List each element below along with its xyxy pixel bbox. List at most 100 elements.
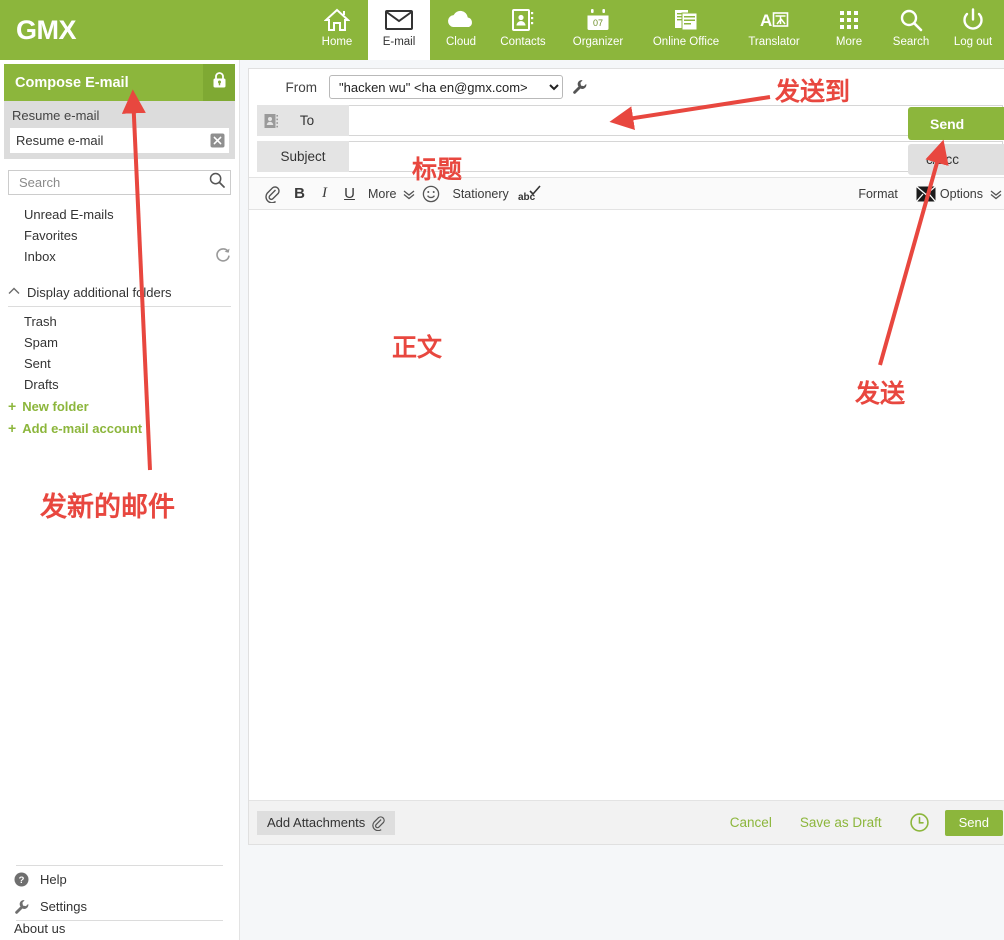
nav-item-translator[interactable]: A Translator [730, 0, 818, 60]
nav-label-logout: Log out [953, 36, 993, 48]
options-button[interactable]: Options [936, 180, 989, 208]
subject-row: Subject [257, 141, 1003, 172]
compose-bottom-bar: Add Attachments Cancel Save as Draft Sen… [249, 800, 1004, 844]
folder-label: Drafts [24, 377, 59, 392]
compose-row: Compose E-mail [4, 64, 235, 101]
stationery-button[interactable]: Stationery [446, 180, 514, 208]
plus-icon: + [8, 398, 17, 414]
sidebar: Compose E-mail Resume e-mail Resume e-ma… [0, 60, 240, 940]
bold-button[interactable]: B [287, 180, 312, 208]
settings-label: Settings [40, 899, 87, 914]
folder-label: Unread E-mails [24, 207, 114, 222]
nav-item-list: Home E-mail Cloud Contacts 07 Organizer … [306, 0, 1004, 60]
format-button[interactable]: Format [852, 180, 904, 208]
gmx-webmail-app: GMX Home E-mail Cloud Contacts 07 Organi… [0, 0, 1004, 940]
resume-email-item-label: Resume e-mail [16, 133, 104, 148]
sidebar-item-inbox[interactable]: Inbox [0, 246, 239, 267]
address-book-icon[interactable] [264, 113, 279, 129]
help-icon: ? [14, 872, 40, 887]
nav-label-email: E-mail [382, 36, 416, 48]
more-formatting-button[interactable]: More [362, 180, 402, 208]
wrench-icon[interactable] [572, 79, 588, 95]
new-folder-label: New folder [22, 398, 89, 414]
send-button-primary[interactable]: Send [908, 107, 1004, 140]
nav-item-more[interactable]: More [818, 0, 880, 60]
folder-label: Favorites [24, 228, 78, 243]
display-additional-folders-label: Display additional folders [27, 285, 172, 300]
calendar-day-text: 07 [593, 18, 603, 28]
calendar-icon: 07 [586, 6, 610, 34]
cancel-button[interactable]: Cancel [730, 815, 772, 830]
subject-tag: Subject [257, 141, 349, 172]
nav-item-cloud[interactable]: Cloud [430, 0, 492, 60]
smiley-icon[interactable] [416, 180, 446, 208]
resume-email-item[interactable]: Resume e-mail [10, 128, 229, 153]
nav-label-cloud: Cloud [445, 36, 477, 48]
gmx-logo[interactable]: GMX [0, 0, 77, 60]
close-icon[interactable] [209, 133, 225, 149]
cloud-icon [446, 6, 476, 34]
about-us-link[interactable]: About us [0, 921, 239, 940]
sidebar-footer: ? Help Settings About us [0, 865, 239, 940]
paperclip-icon[interactable] [257, 180, 287, 208]
add-email-account-label: Add e-mail account [22, 420, 143, 436]
new-folder-button[interactable]: + New folder [0, 395, 239, 417]
documents-icon [673, 6, 699, 34]
spellcheck-abc-icon[interactable]: abc [515, 180, 545, 208]
sidebar-item-unread-emails[interactable]: Unread E-mails [0, 204, 239, 225]
sidebar-search-box[interactable] [8, 170, 231, 195]
save-as-draft-button[interactable]: Save as Draft [800, 815, 882, 830]
sidebar-item-spam[interactable]: Spam [0, 332, 239, 353]
sidebar-item-settings[interactable]: Settings [0, 893, 239, 920]
envelope-icon [385, 6, 413, 34]
envelope-options-icon[interactable] [915, 185, 936, 202]
nav-item-contacts[interactable]: Contacts [492, 0, 554, 60]
from-row: From "hacken wu" <ha en@gmx.com> [249, 69, 1004, 105]
resume-panel-title: Resume e-mail [12, 108, 100, 123]
nav-item-search[interactable]: Search [880, 0, 942, 60]
nav-item-home[interactable]: Home [306, 0, 368, 60]
nav-item-email[interactable]: E-mail [368, 0, 430, 60]
search-icon [899, 6, 923, 34]
add-attachments-button[interactable]: Add Attachments [257, 810, 396, 835]
compose-email-button[interactable]: Compose E-mail [4, 64, 203, 101]
nav-label-online-office: Online Office [652, 36, 720, 48]
to-label: To [299, 113, 315, 128]
home-icon [324, 6, 350, 34]
grid-dots-icon [838, 6, 860, 34]
search-icon[interactable] [209, 172, 225, 193]
send-button-bottom[interactable]: Send [944, 809, 1003, 836]
nav-item-online-office[interactable]: Online Office [642, 0, 730, 60]
sidebar-item-help[interactable]: ? Help [0, 866, 239, 893]
subject-input[interactable] [349, 141, 1003, 172]
sidebar-item-trash[interactable]: Trash [0, 311, 239, 332]
refresh-icon[interactable] [215, 247, 231, 266]
add-email-account-button[interactable]: + Add e-mail account [0, 417, 239, 439]
search-input[interactable] [17, 174, 209, 191]
nav-label-translator: Translator [748, 36, 800, 48]
top-navigation-bar: GMX Home E-mail Cloud Contacts 07 Organi… [0, 0, 1004, 60]
chevron-double-down-icon[interactable] [989, 188, 1003, 200]
add-attachments-label: Add Attachments [267, 815, 366, 830]
sidebar-item-drafts[interactable]: Drafts [0, 374, 239, 395]
sidebar-item-favorites[interactable]: Favorites [0, 225, 239, 246]
compose-encrypted-button[interactable] [203, 64, 235, 101]
nav-item-organizer[interactable]: 07 Organizer [554, 0, 642, 60]
nav-label-organizer: Organizer [572, 36, 624, 48]
chevron-double-down-icon[interactable] [402, 188, 416, 200]
to-input[interactable] [349, 105, 1003, 136]
italic-button[interactable]: I [312, 180, 337, 208]
cc-bcc-button[interactable]: c/Bcc [908, 144, 1004, 175]
nav-label-more: More [835, 36, 863, 48]
underline-button[interactable]: U [337, 180, 362, 208]
sidebar-item-sent[interactable]: Sent [0, 353, 239, 374]
power-icon [961, 6, 985, 34]
to-tag: To [257, 105, 349, 136]
wrench-icon [14, 899, 40, 915]
compose-main-area: From "hacken wu" <ha en@gmx.com> To Subj… [240, 60, 1004, 940]
from-address-select[interactable]: "hacken wu" <ha en@gmx.com> [329, 75, 563, 99]
display-additional-folders-toggle[interactable]: Display additional folders [0, 282, 239, 303]
email-body-editor[interactable] [249, 210, 1004, 800]
clock-icon[interactable] [909, 813, 929, 832]
nav-item-logout[interactable]: Log out [942, 0, 1004, 60]
